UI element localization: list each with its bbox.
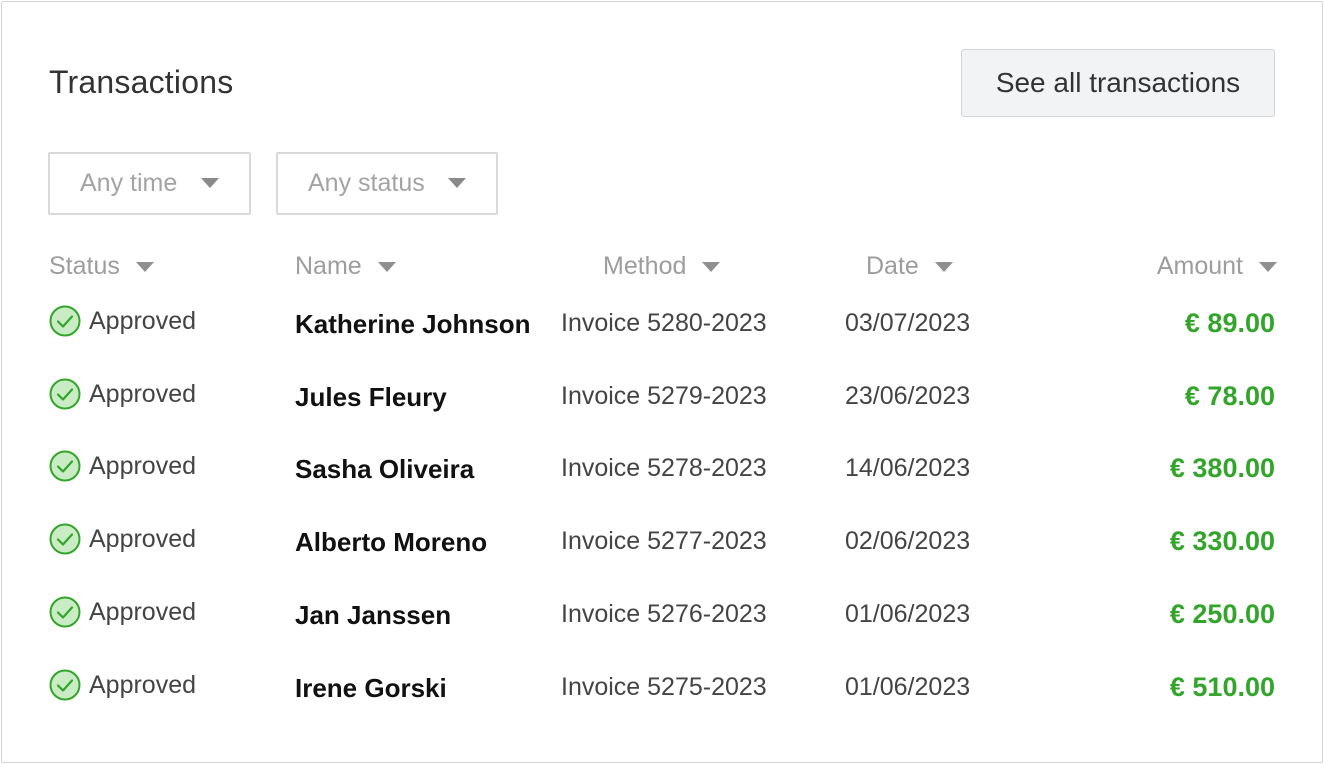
column-header-status[interactable]: Status [49, 252, 154, 281]
status-cell: Approved [49, 523, 196, 555]
transaction-date: 03/07/2023 [845, 309, 971, 337]
check-circle-icon [49, 305, 89, 337]
column-header-label: Amount [1156, 252, 1243, 280]
chevron-down-icon [201, 178, 219, 188]
column-header-label: Name [295, 252, 362, 280]
customer-name[interactable]: Sasha Oliveira [295, 454, 474, 485]
column-header-label: Date [866, 252, 919, 280]
status-label: Approved [89, 524, 197, 553]
customer-name[interactable]: Alberto Moreno [295, 527, 487, 558]
transaction-date: 01/06/2023 [845, 673, 971, 701]
transaction-date: 01/06/2023 [845, 600, 971, 628]
column-header-method[interactable]: Method [603, 252, 721, 281]
transaction-amount: € 89.00 [1184, 308, 1275, 338]
payment-method: Invoice 5277-2023 [561, 527, 767, 555]
check-circle-icon [49, 669, 89, 701]
transaction-amount: € 250.00 [1169, 599, 1275, 629]
customer-name[interactable]: Katherine Johnson [295, 309, 530, 340]
table-row[interactable]: Approved Sasha Oliveira Invoice 5278-2023 1… [2, 446, 1322, 506]
status-filter-dropdown[interactable]: Any status [276, 152, 498, 215]
table-row[interactable]: Approved Alberto Moreno Invoice 5277-2023 0… [2, 519, 1322, 579]
status-filter-label: Any status [308, 169, 425, 197]
column-header-amount[interactable]: Amount [1157, 252, 1277, 281]
payment-method: Invoice 5279-2023 [561, 382, 767, 410]
time-filter-dropdown[interactable]: Any time [48, 152, 251, 215]
sort-caret-icon [377, 261, 396, 272]
transaction-date: 02/06/2023 [845, 527, 971, 555]
table-row[interactable]: Approved Irene Gorski Invoice 5275-2023 01/… [2, 665, 1322, 725]
status-label: Approved [89, 670, 197, 699]
payment-method: Invoice 5276-2023 [561, 600, 767, 628]
customer-name[interactable]: Irene Gorski [295, 673, 447, 704]
column-header-label: Method [603, 252, 687, 280]
customer-name[interactable]: Jules Fleury [295, 382, 447, 413]
status-label: Approved [89, 379, 197, 408]
transaction-date: 14/06/2023 [845, 454, 971, 482]
table-row[interactable]: Approved Jan Janssen Invoice 5276-2023 01/0… [2, 592, 1322, 652]
customer-name[interactable]: Jan Janssen [295, 600, 451, 631]
payment-method: Invoice 5275-2023 [561, 673, 767, 701]
sort-caret-icon [1259, 261, 1277, 272]
column-header-label: Status [49, 252, 120, 280]
status-cell: Approved [49, 450, 196, 482]
status-label: Approved [89, 451, 197, 480]
chevron-down-icon [448, 178, 466, 188]
sort-caret-icon [702, 261, 721, 272]
status-cell: Approved [49, 669, 196, 701]
status-cell: Approved [49, 378, 196, 410]
page-title: Transactions [49, 64, 234, 100]
column-header-date[interactable]: Date [866, 252, 953, 281]
status-label: Approved [89, 306, 197, 335]
transactions-card: Transactions See all transactions Any ti… [1, 1, 1323, 763]
transaction-amount: € 380.00 [1169, 453, 1275, 483]
check-circle-icon [49, 523, 89, 555]
status-cell: Approved [49, 596, 196, 628]
table-row[interactable]: Approved Jules Fleury Invoice 5279-2023 23/… [2, 374, 1322, 434]
table-row[interactable]: Approved Katherine Johnson Invoice 5280-20… [2, 301, 1322, 361]
time-filter-label: Any time [80, 169, 178, 197]
status-label: Approved [89, 597, 197, 626]
sort-caret-icon [135, 261, 154, 272]
transaction-amount: € 78.00 [1184, 381, 1275, 411]
check-circle-icon [49, 378, 89, 410]
transaction-date: 23/06/2023 [845, 382, 971, 410]
payment-method: Invoice 5278-2023 [561, 454, 767, 482]
transaction-amount: € 510.00 [1169, 672, 1275, 702]
sort-caret-icon [934, 261, 953, 272]
status-cell: Approved [49, 305, 196, 337]
column-header-name[interactable]: Name [295, 252, 396, 281]
payment-method: Invoice 5280-2023 [561, 309, 767, 337]
check-circle-icon [49, 596, 89, 628]
see-all-transactions-button[interactable]: See all transactions [961, 49, 1275, 117]
check-circle-icon [49, 450, 89, 482]
transaction-amount: € 330.00 [1169, 526, 1275, 556]
